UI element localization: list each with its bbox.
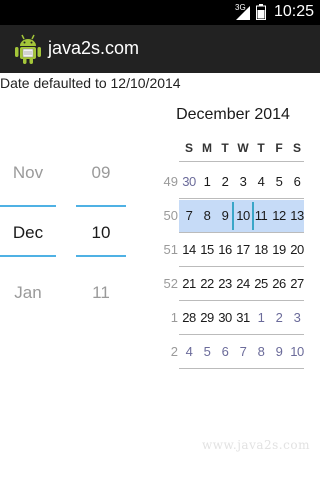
calendar-day[interactable]: 30 (216, 310, 234, 325)
calendar-view[interactable]: December 2014 SMTWTFS 49 30 1 2 3 4 5 6 50 7 8 9 10 1… (158, 100, 304, 380)
calendar-day[interactable]: 14 (180, 242, 198, 257)
week-divider (179, 198, 304, 199)
calendar-day[interactable]: 9 (270, 344, 288, 359)
calendar-week-row: 52 21 22 23 24 25 26 27 (158, 268, 308, 301)
calendar-week-row: 51 14 15 16 17 18 19 20 (158, 234, 308, 267)
week-divider (179, 368, 304, 369)
signal-icon (236, 6, 250, 20)
action-bar: java2s.com (0, 25, 320, 75)
calendar-day[interactable]: 8 (198, 208, 216, 223)
month-current[interactable]: Dec (0, 223, 56, 243)
week-divider (179, 266, 304, 267)
weekday-label: T (257, 141, 265, 155)
calendar-day[interactable]: 1 (252, 310, 270, 325)
calendar-day[interactable]: 17 (234, 242, 252, 257)
calendar-day[interactable]: 4 (252, 174, 270, 189)
calendar-day[interactable]: 11 (252, 208, 270, 223)
calendar-day[interactable]: 1 (198, 174, 216, 189)
week-number: 50 (163, 208, 178, 223)
calendar-day[interactable]: 30 (180, 174, 198, 189)
day-prev[interactable]: 09 (76, 163, 126, 183)
calendar-day[interactable]: 15 (198, 242, 216, 257)
weekday-label: S (292, 141, 301, 155)
calendar-day[interactable]: 7 (234, 344, 252, 359)
week-divider (179, 300, 304, 301)
weekday-label: T (221, 141, 229, 155)
day-spinner[interactable]: 09 10 11 (76, 150, 126, 320)
watermark: www.java2s.com (202, 438, 310, 452)
calendar-day[interactable]: 18 (252, 242, 270, 257)
month-divider-top (0, 205, 56, 207)
weekday-label: W (237, 141, 249, 155)
calendar-day[interactable]: 21 (180, 276, 198, 291)
calendar-week-row: 1 28 29 30 31 1 2 3 (158, 302, 308, 335)
weekday-label: S (184, 141, 193, 155)
app-title: java2s.com (48, 38, 140, 58)
android-robot-icon (15, 34, 41, 64)
calendar-day[interactable]: 6 (288, 174, 306, 189)
day-next[interactable]: 11 (76, 283, 126, 303)
weekday-label: M (202, 141, 212, 155)
calendar-day[interactable]: 10 (234, 208, 252, 223)
day-divider-bottom (76, 255, 126, 257)
battery-icon (256, 4, 266, 20)
calendar-day[interactable]: 12 (270, 208, 288, 223)
calendar-day[interactable]: 7 (180, 208, 198, 223)
calendar-day[interactable]: 5 (198, 344, 216, 359)
clock: 10:25 (273, 3, 314, 20)
calendar-day[interactable]: 3 (288, 310, 306, 325)
month-next[interactable]: Jan (0, 283, 56, 303)
day-current[interactable]: 10 (76, 223, 126, 243)
default-date-text: Date defaulted to 12/10/2014 (0, 75, 181, 91)
week-number: 2 (170, 344, 178, 359)
calendar-week-row: 2 4 5 6 7 8 9 10 (158, 336, 308, 369)
calendar-day[interactable]: 6 (216, 344, 234, 359)
calendar-day[interactable]: 25 (252, 276, 270, 291)
calendar-day[interactable]: 2 (270, 310, 288, 325)
calendar-day[interactable]: 13 (288, 208, 306, 223)
calendar-day[interactable]: 22 (198, 276, 216, 291)
calendar-day[interactable]: 16 (216, 242, 234, 257)
calendar-day[interactable]: 2 (216, 174, 234, 189)
calendar-day[interactable]: 26 (270, 276, 288, 291)
calendar-day[interactable]: 5 (270, 174, 288, 189)
week-number: 49 (163, 174, 178, 189)
calendar-day[interactable]: 31 (234, 310, 252, 325)
status-bar: 3G 10:25 (0, 0, 320, 25)
weekday-divider (179, 161, 304, 162)
week-number: 52 (163, 276, 178, 291)
week-number: 51 (163, 242, 178, 257)
calendar-day[interactable]: 27 (288, 276, 306, 291)
calendar-day[interactable]: 10 (288, 344, 306, 359)
day-divider-top (76, 205, 126, 207)
calendar-day[interactable]: 19 (270, 242, 288, 257)
weekday-label: F (275, 141, 283, 155)
calendar-week-row: 50 7 8 9 10 11 12 13 (158, 200, 308, 233)
month-spinner[interactable]: Nov Dec Jan (0, 150, 56, 320)
calendar-week-row: 49 30 1 2 3 4 5 6 (158, 166, 308, 199)
calendar-day[interactable]: 20 (288, 242, 306, 257)
calendar-day[interactable]: 24 (234, 276, 252, 291)
calendar-month-label: December 2014 (176, 106, 290, 123)
calendar-day[interactable]: 29 (198, 310, 216, 325)
calendar-day[interactable]: 4 (180, 344, 198, 359)
calendar-day[interactable]: 8 (252, 344, 270, 359)
selected-day-marker (232, 202, 234, 230)
week-divider (179, 334, 304, 335)
week-divider (179, 232, 304, 233)
calendar-day[interactable]: 23 (216, 276, 234, 291)
calendar-day[interactable]: 3 (234, 174, 252, 189)
calendar-day[interactable]: 28 (180, 310, 198, 325)
week-number: 1 (170, 310, 178, 325)
month-divider-bottom (0, 255, 56, 257)
month-prev[interactable]: Nov (0, 163, 56, 183)
